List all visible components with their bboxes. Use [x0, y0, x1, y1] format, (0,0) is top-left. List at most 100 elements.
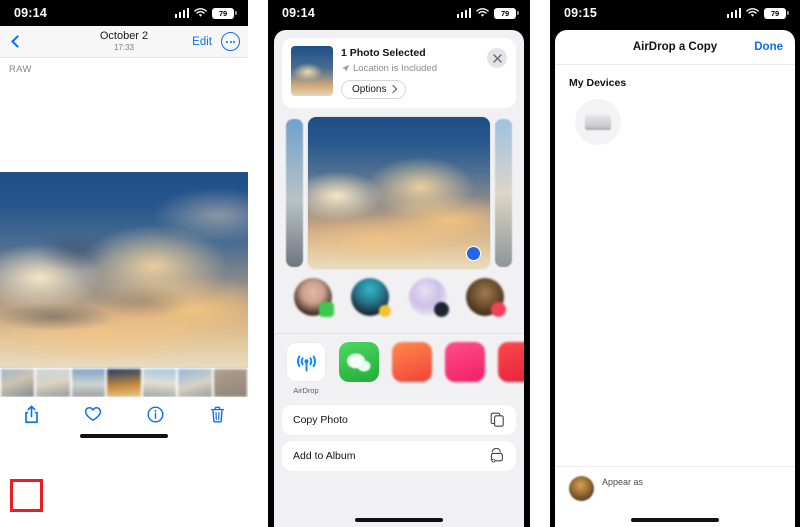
messages-badge-icon	[318, 301, 334, 317]
chevron-right-icon	[389, 84, 398, 94]
info-circle-icon[interactable]	[142, 401, 168, 427]
phone-panel-airdrop-picker: 09:15 79 AirDrop a Copy Done My Devices	[550, 0, 800, 527]
action-add-to-album[interactable]: Add to Album	[282, 440, 516, 471]
photo-carousel[interactable]	[274, 116, 524, 270]
device-name	[569, 151, 627, 160]
avatar	[351, 277, 392, 317]
status-time: 09:14	[14, 6, 47, 20]
share-app-item[interactable]	[496, 341, 524, 395]
selected-badge	[467, 246, 480, 260]
share-sheet-surface: 1 Photo Selected Location is Included Op…	[274, 30, 524, 527]
share-app-label	[443, 386, 487, 395]
filmstrip-thumb[interactable]	[178, 369, 212, 397]
ellipsis-circle-icon[interactable]	[221, 32, 240, 51]
close-icon[interactable]	[487, 48, 507, 68]
avatar	[569, 476, 594, 501]
app-badge-icon	[379, 304, 392, 317]
heart-icon[interactable]	[80, 401, 106, 427]
avatar	[293, 277, 334, 317]
cellular-bars-icon	[456, 8, 471, 18]
share-app-label	[496, 386, 524, 395]
action-copy-photo[interactable]: Copy Photo	[282, 404, 516, 435]
contact-suggestion[interactable]	[290, 277, 336, 329]
filmstrip-thumb[interactable]	[36, 369, 70, 397]
photo-filmstrip[interactable]	[0, 369, 248, 397]
sky-photo[interactable]	[0, 172, 248, 368]
home-indicator	[355, 518, 443, 522]
cellular-bars-icon	[174, 8, 189, 18]
home-indicator	[631, 518, 719, 522]
app-badge-icon	[433, 301, 449, 317]
share-app-label	[390, 386, 434, 395]
raw-badge: RAW	[9, 63, 32, 75]
appear-as-row[interactable]: Appear as	[555, 466, 795, 501]
share-app-item[interactable]	[443, 341, 487, 395]
filmstrip-thumb[interactable]	[142, 369, 177, 397]
mac-studio-icon	[585, 114, 611, 130]
share-sheet-body: 1 Photo Selected Location is Included Op…	[268, 26, 530, 527]
location-status: Location is Included	[341, 63, 507, 74]
suggested-contacts-row	[274, 269, 524, 333]
share-actions-list: Copy Photo Add to Album	[274, 401, 524, 471]
share-app-item[interactable]	[390, 341, 434, 395]
share-app-airdrop[interactable]: AirDrop	[284, 341, 328, 395]
done-button[interactable]: Done	[754, 41, 783, 53]
phone-panel-photo-viewer: 09:14 79 October 2 17:33 Edit RAW	[0, 0, 248, 527]
status-bar: 09:14 79	[0, 0, 248, 26]
filmstrip-thumb[interactable]	[71, 369, 106, 397]
location-status-label: Location is Included	[353, 62, 437, 74]
red-app-icon	[498, 341, 524, 382]
airdrop-icon	[286, 341, 326, 382]
status-bar: 09:15 79	[550, 0, 800, 26]
share-button-highlight	[10, 479, 43, 512]
airdrop-body: AirDrop a Copy Done My Devices Appear as	[550, 26, 800, 527]
share-app-label: AirDrop	[293, 385, 319, 395]
carousel-peek-right[interactable]	[495, 118, 512, 267]
contact-suggestion[interactable]	[347, 277, 393, 329]
status-time: 09:15	[564, 6, 597, 20]
my-devices-section: My Devices	[555, 65, 795, 160]
share-app-label	[337, 386, 381, 395]
photo-nav-actions: Edit	[192, 32, 240, 51]
appear-as-texts: Appear as	[602, 477, 643, 499]
airdrop-header: AirDrop a Copy Done	[555, 30, 795, 65]
share-header-texts: 1 Photo Selected Location is Included Op…	[341, 46, 507, 99]
share-icon[interactable]	[18, 401, 44, 427]
wifi-icon	[194, 8, 207, 17]
wifi-icon	[476, 8, 489, 17]
filmstrip-thumb[interactable]	[107, 369, 141, 397]
contact-name	[462, 320, 508, 329]
share-app-item[interactable]	[337, 341, 381, 395]
trash-icon[interactable]	[204, 401, 230, 427]
battery-icon: 79	[764, 7, 789, 19]
avatar	[466, 277, 507, 317]
battery-icon: 79	[494, 7, 519, 19]
contact-suggestion[interactable]	[462, 277, 508, 329]
options-label: Options	[352, 83, 387, 95]
contact-name	[290, 320, 336, 329]
green-app-icon	[339, 341, 379, 382]
contact-name	[405, 320, 451, 329]
options-button[interactable]: Options	[341, 79, 407, 99]
home-indicator	[80, 434, 168, 438]
contact-suggestion[interactable]	[405, 277, 451, 329]
carousel-selected-photo[interactable]	[308, 116, 490, 269]
cellular-bars-icon	[726, 8, 741, 18]
filmstrip-thumb[interactable]	[213, 369, 247, 397]
status-indicators: 79	[456, 7, 519, 19]
action-label: Copy Photo	[293, 413, 348, 426]
sheet-grabber[interactable]	[274, 30, 524, 36]
appear-as-label: Appear as	[602, 477, 644, 488]
phone-panel-share-sheet: 09:14 79 1 Photo Selected Location is In…	[268, 0, 530, 527]
chevron-left-icon[interactable]	[8, 34, 24, 50]
photo-toolbar	[0, 397, 248, 431]
carousel-peek-left[interactable]	[286, 118, 303, 267]
add-to-album-icon	[490, 448, 503, 463]
filmstrip-thumb[interactable]	[1, 369, 35, 397]
screenshot-stage: 09:14 79 October 2 17:33 Edit RAW 09:14 …	[0, 0, 800, 527]
status-time: 09:14	[282, 6, 315, 20]
device-item[interactable]	[569, 99, 627, 160]
edit-button[interactable]: Edit	[192, 36, 212, 48]
airdrop-sheet-surface: AirDrop a Copy Done My Devices Appear as	[555, 30, 795, 527]
appear-as-value	[602, 490, 643, 500]
